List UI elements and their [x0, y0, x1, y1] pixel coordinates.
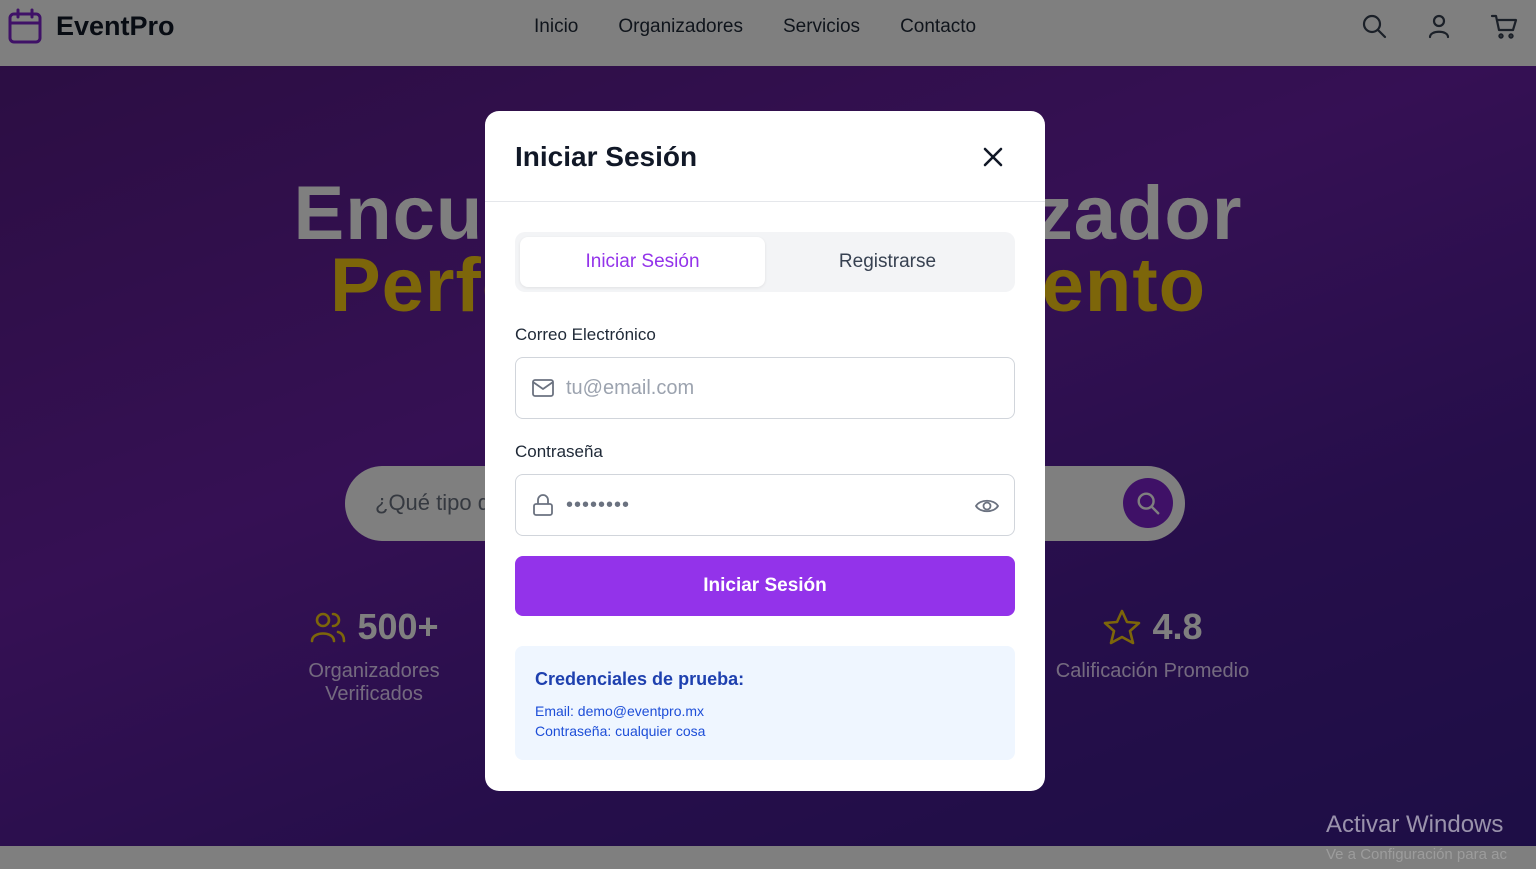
tab-register[interactable]: Registrarse	[765, 237, 1010, 287]
password-field[interactable]: ••••••••	[515, 474, 1015, 536]
demo-email: Email: demo@eventpro.mx	[535, 703, 705, 719]
modal-title: Iniciar Sesión	[515, 141, 698, 172]
auth-tabs: Iniciar Sesión Registrarse	[515, 232, 1015, 292]
mail-icon	[532, 379, 554, 397]
password-input[interactable]: ••••••••	[566, 494, 630, 517]
tab-login[interactable]: Iniciar Sesión	[520, 237, 765, 287]
demo-title: Credenciales de prueba:	[535, 669, 745, 689]
demo-credentials-box: Credenciales de prueba: Email: demo@even…	[515, 646, 1015, 760]
windows-activation-subtitle: Ve a Configuración para ac	[1326, 846, 1507, 863]
eye-icon[interactable]	[974, 494, 1000, 518]
login-modal: Iniciar Sesión Iniciar Sesión Registrars…	[485, 111, 1045, 791]
lock-icon	[533, 494, 553, 516]
email-label: Correo Electrónico	[515, 325, 656, 344]
email-field[interactable]: tu@email.com	[515, 357, 1015, 419]
demo-password: Contraseña: cualquier cosa	[535, 723, 706, 739]
windows-activation-title: Activar Windows	[1326, 811, 1504, 838]
close-icon[interactable]	[979, 143, 1007, 171]
password-label: Contraseña	[515, 442, 603, 461]
email-input[interactable]: tu@email.com	[566, 377, 694, 400]
login-submit-button[interactable]: Iniciar Sesión	[515, 556, 1015, 616]
modal-header: Iniciar Sesión	[485, 111, 1045, 202]
